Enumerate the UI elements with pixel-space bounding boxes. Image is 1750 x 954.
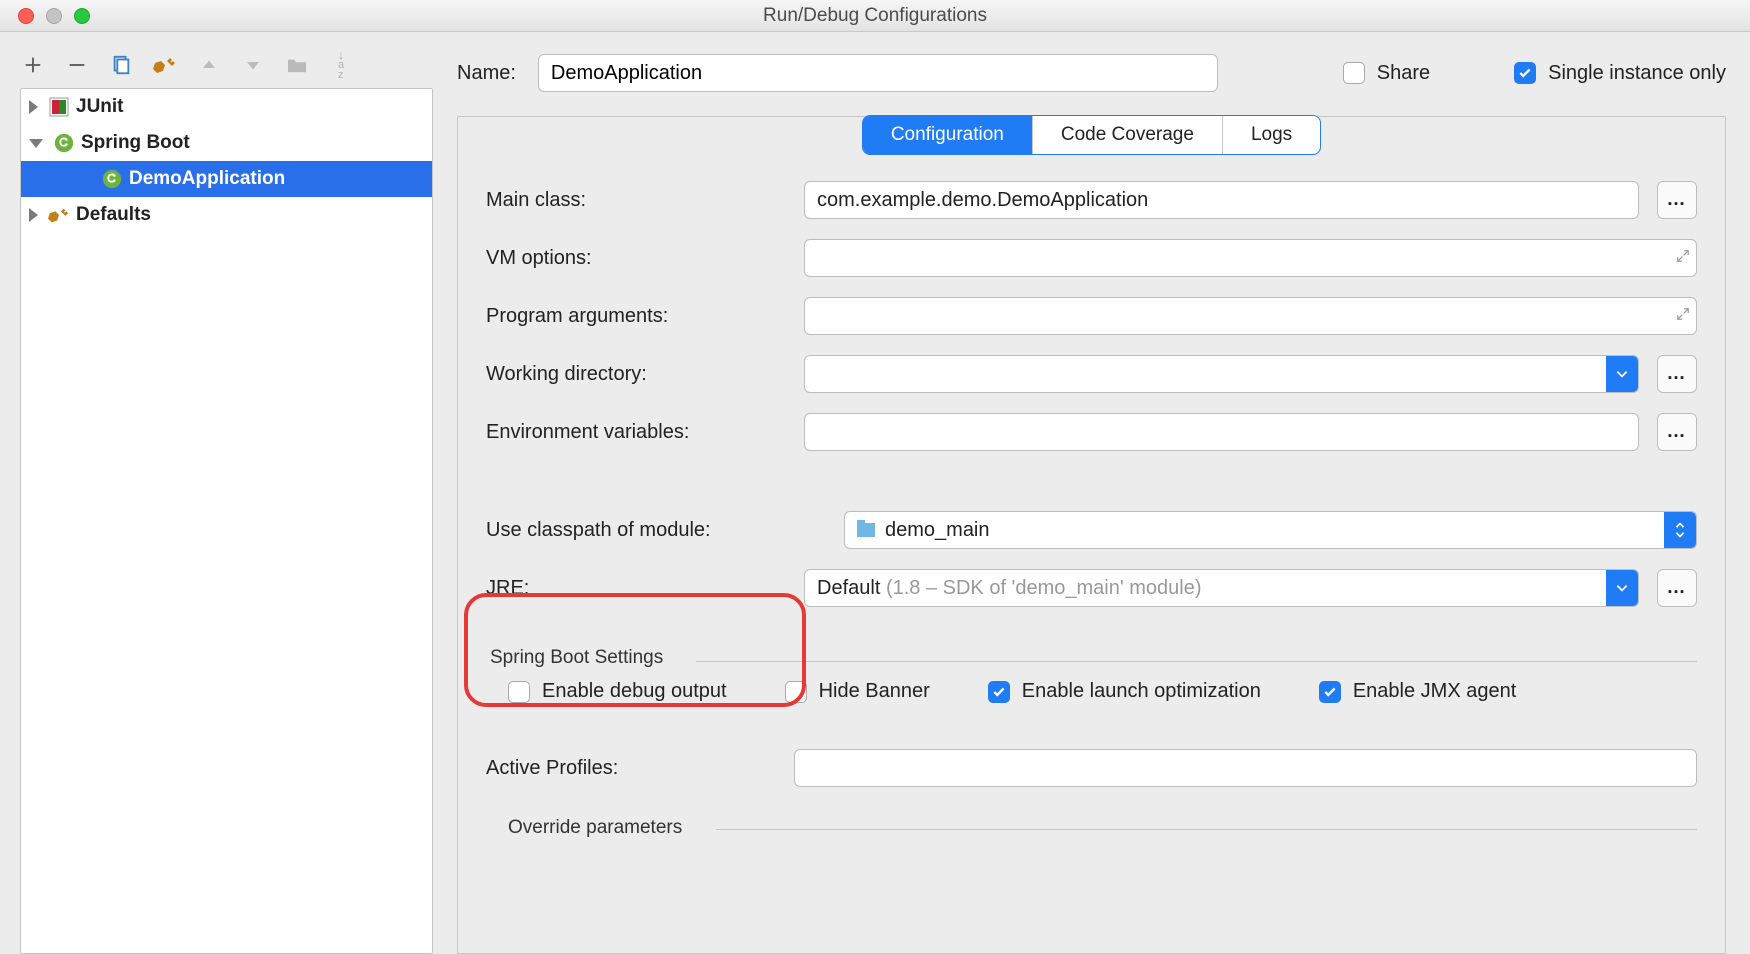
single-instance-checkbox[interactable]: Single instance only bbox=[1514, 62, 1726, 85]
input-active-profiles[interactable] bbox=[794, 749, 1697, 787]
tab-configuration[interactable]: Configuration bbox=[863, 116, 1033, 154]
label-program-args: Program arguments: bbox=[486, 305, 786, 328]
content: ↓az JUnit Spring Boot DemoApplication bbox=[0, 32, 1750, 954]
row-classpath-module: Use classpath of module: demo_main bbox=[486, 511, 1697, 549]
row-active-profiles: Active Profiles: bbox=[486, 749, 1697, 787]
label-main-class: Main class: bbox=[486, 189, 786, 212]
label-classpath: Use classpath of module: bbox=[486, 519, 826, 542]
input-main-class[interactable]: com.example.demo.DemoApplication bbox=[804, 181, 1639, 219]
folder-icon[interactable] bbox=[284, 52, 310, 78]
sidebar-toolbar: ↓az bbox=[20, 46, 433, 88]
checkbox-icon bbox=[1319, 681, 1341, 703]
browse-jre-button[interactable]: … bbox=[1657, 569, 1697, 607]
tree-label: Defaults bbox=[76, 204, 151, 226]
select-classpath-module[interactable]: demo_main bbox=[844, 511, 1697, 549]
check-label: Enable launch optimization bbox=[1022, 680, 1261, 703]
chevron-right-icon bbox=[29, 208, 38, 222]
input-vm-options[interactable] bbox=[804, 239, 1697, 277]
label-working-dir: Working directory: bbox=[486, 363, 786, 386]
spring-boot-icon bbox=[101, 168, 123, 190]
name-input[interactable] bbox=[538, 54, 1218, 92]
config-inner-panel: Configuration Code Coverage Logs Main cl… bbox=[457, 116, 1726, 954]
input-working-dir[interactable] bbox=[804, 355, 1639, 393]
chevron-down-icon bbox=[29, 139, 43, 148]
annotation-highlight-box bbox=[464, 593, 806, 707]
tree-item-defaults[interactable]: Defaults bbox=[21, 197, 432, 233]
hide-banner-checkbox[interactable]: Hide Banner bbox=[785, 680, 930, 703]
label-vm-options: VM options: bbox=[486, 247, 786, 270]
form: Main class: com.example.demo.DemoApplica… bbox=[458, 155, 1725, 830]
tree-label: JUnit bbox=[76, 96, 124, 118]
enable-jmx-agent-checkbox[interactable]: Enable JMX agent bbox=[1319, 680, 1516, 703]
input-program-args[interactable] bbox=[804, 297, 1697, 335]
row-env-vars: Environment variables: … bbox=[486, 413, 1697, 451]
row-vm-options: VM options: bbox=[486, 239, 1697, 277]
input-env-vars[interactable] bbox=[804, 413, 1639, 451]
enable-launch-optimization-checkbox[interactable]: Enable launch optimization bbox=[988, 680, 1261, 703]
label-env-vars: Environment variables: bbox=[486, 421, 786, 444]
row-program-args: Program arguments: bbox=[486, 297, 1697, 335]
share-label: Share bbox=[1377, 62, 1430, 85]
run-debug-config-window: Run/Debug Configurations ↓az JUnit bbox=[0, 0, 1750, 954]
select-jre[interactable]: Default (1.8 – SDK of 'demo_main' module… bbox=[804, 569, 1639, 607]
defaults-icon bbox=[48, 204, 70, 226]
tree-item-demo-application[interactable]: DemoApplication bbox=[21, 161, 432, 197]
row-working-dir: Working directory: … bbox=[486, 355, 1697, 393]
override-parameters-title: Override parameters bbox=[486, 817, 1697, 839]
dropdown-icon[interactable] bbox=[1606, 570, 1638, 606]
move-up-icon[interactable] bbox=[196, 52, 222, 78]
name-row: Name: Share Single instance only bbox=[457, 46, 1726, 116]
name-label: Name: bbox=[457, 62, 516, 85]
checkbox-icon bbox=[988, 681, 1010, 703]
junit-icon bbox=[48, 96, 70, 118]
add-icon[interactable] bbox=[20, 52, 46, 78]
module-icon bbox=[857, 523, 875, 537]
copy-icon[interactable] bbox=[108, 52, 134, 78]
browse-env-vars-button[interactable]: … bbox=[1657, 413, 1697, 451]
check-label: Enable JMX agent bbox=[1353, 680, 1516, 703]
settings-icon[interactable] bbox=[152, 52, 178, 78]
expand-icon[interactable] bbox=[1676, 304, 1690, 327]
titlebar: Run/Debug Configurations bbox=[0, 0, 1750, 32]
spring-boot-icon bbox=[53, 132, 75, 154]
tree-item-spring-boot[interactable]: Spring Boot bbox=[21, 125, 432, 161]
section-separator bbox=[716, 829, 1697, 830]
config-tree: JUnit Spring Boot DemoApplication Defaul… bbox=[20, 88, 433, 954]
tree-label: DemoApplication bbox=[129, 168, 285, 190]
sort-alpha-icon[interactable]: ↓az bbox=[328, 52, 354, 78]
window-title: Run/Debug Configurations bbox=[0, 5, 1750, 27]
tab-code-coverage[interactable]: Code Coverage bbox=[1033, 116, 1223, 154]
checkbox-icon bbox=[1343, 62, 1365, 84]
check-label: Hide Banner bbox=[819, 680, 930, 703]
browse-main-class-button[interactable]: … bbox=[1657, 181, 1697, 219]
sidebar: ↓az JUnit Spring Boot DemoApplication bbox=[0, 32, 433, 954]
tree-label: Spring Boot bbox=[81, 132, 190, 154]
remove-icon[interactable] bbox=[64, 52, 90, 78]
chevron-right-icon bbox=[29, 100, 38, 114]
share-checkbox[interactable]: Share bbox=[1343, 62, 1430, 85]
dropdown-icon[interactable] bbox=[1664, 512, 1696, 548]
tabs: Configuration Code Coverage Logs bbox=[458, 115, 1725, 155]
move-down-icon[interactable] bbox=[240, 52, 266, 78]
browse-working-dir-button[interactable]: … bbox=[1657, 355, 1697, 393]
row-main-class: Main class: com.example.demo.DemoApplica… bbox=[486, 181, 1697, 219]
expand-icon[interactable] bbox=[1676, 246, 1690, 269]
single-instance-label: Single instance only bbox=[1548, 62, 1726, 85]
label-active-profiles: Active Profiles: bbox=[486, 757, 776, 780]
tree-item-junit[interactable]: JUnit bbox=[21, 89, 432, 125]
config-panel: Name: Share Single instance only Configu… bbox=[433, 32, 1750, 954]
dropdown-icon[interactable] bbox=[1606, 356, 1638, 392]
tab-logs[interactable]: Logs bbox=[1223, 116, 1320, 154]
checkbox-icon bbox=[1514, 62, 1536, 84]
